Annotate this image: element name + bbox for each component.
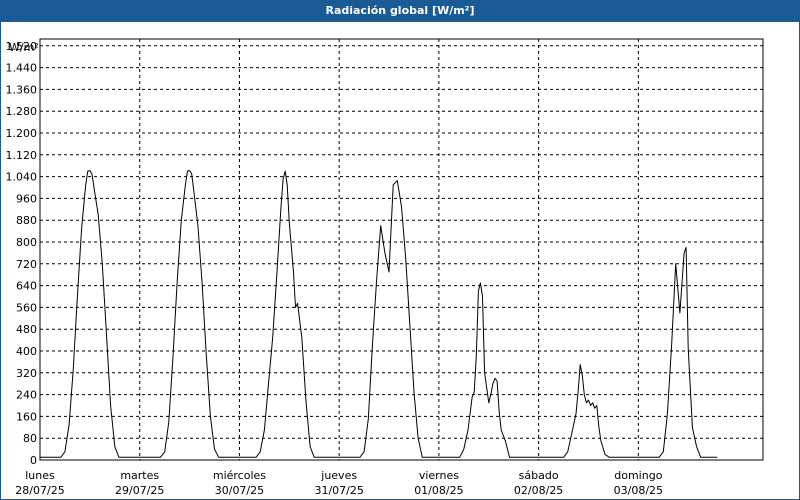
x-tick-date-label: 28/07/25 [15,484,64,497]
y-tick-label: 160 [16,410,37,423]
x-tick-date-label: 30/07/25 [215,484,264,497]
y-tick-label: 640 [16,280,37,293]
y-tick-label: 1.360 [6,83,38,96]
y-tick-label: 1.040 [6,171,38,184]
y-tick-label: 1.520 [6,40,38,53]
x-tick-date-label: 02/08/25 [514,484,563,497]
series-layer [40,170,718,458]
x-tick-day-label: viernes [419,469,459,482]
y-tick-label: 80 [23,432,37,445]
x-tick-date-label: 01/08/25 [414,484,463,497]
y-tick-label: 720 [16,258,37,271]
y-tick-label: 1.280 [6,105,38,118]
y-tick-label: 480 [16,323,37,336]
y-tick-label: 1.200 [6,127,38,140]
x-tick-labels: lunes 28/07/25 martes 29/07/25 miércoles 30/0… [15,469,663,497]
y-tick-label: 240 [16,389,37,402]
x-tick-date-label: 03/08/25 [614,484,663,497]
y-tick-label: 560 [16,301,37,314]
y-tick-label: 1.440 [6,62,38,75]
y-tick-label: 960 [16,192,37,205]
x-tick-day-label: miércoles [213,469,266,482]
x-tick-day-label: jueves [320,469,357,482]
radiation-chart: W/m² 08016024032040048056064072080088096… [6,38,764,497]
y-tick-label: 400 [16,345,37,358]
y-tick-label: 800 [16,236,37,249]
y-tick-labels: 0 80 160 240 320 400 480 560 640 720 800 880 960 1.04… [6,40,38,467]
grid-lines [40,39,763,460]
y-tick-label: 320 [16,367,37,380]
series-line [40,170,718,458]
y-tick-label: 880 [16,214,37,227]
x-tick-date-label: 29/07/25 [115,484,164,497]
x-tick-day-label: domingo [614,469,662,482]
x-tick-date-label: 31/07/25 [314,484,363,497]
y-tick-label: 1.120 [6,149,38,162]
plot-area-border [39,38,764,461]
x-tick-day-label: sábado [519,469,559,482]
y-tick-label: 0 [30,454,37,467]
x-tick-day-label: martes [120,469,159,482]
x-tick-day-label: lunes [25,469,55,482]
